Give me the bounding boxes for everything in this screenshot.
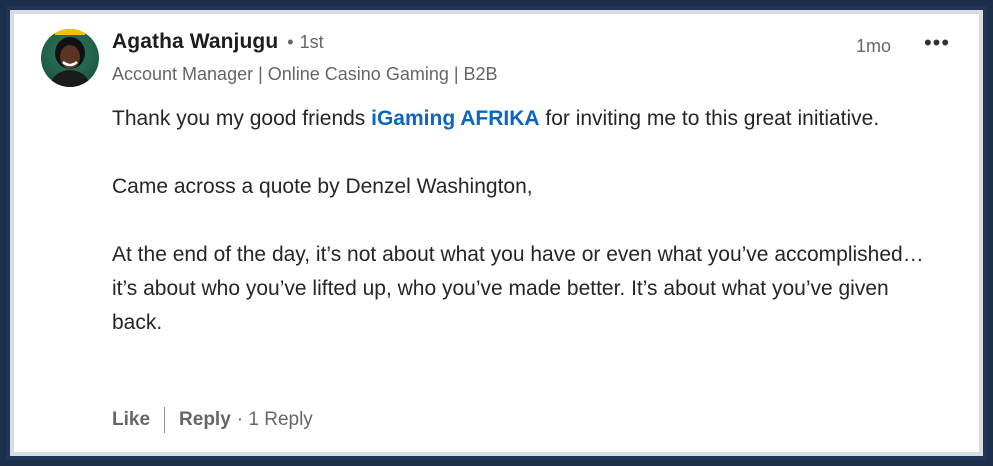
comment-card: Agatha Wanjugu • 1st Account Manager | O…	[14, 14, 979, 452]
connection-degree: 1st	[299, 32, 324, 52]
author-headline: Account Manager | Online Casino Gaming |…	[112, 64, 498, 84]
comment-body: Thank you my good friends iGaming AFRIKA…	[112, 102, 932, 340]
author-name[interactable]: Agatha Wanjugu	[112, 30, 278, 54]
action-divider	[164, 407, 166, 433]
comment-paragraph-2: Came across a quote by Denzel Washington…	[112, 175, 533, 198]
avatar[interactable]	[41, 29, 99, 87]
comment-text: for inviting me to this great initiative…	[539, 107, 880, 130]
reply-count-link[interactable]: · 1 Reply	[237, 409, 313, 431]
reply-button[interactable]: Reply	[179, 409, 231, 431]
comment-text: Thank you my good friends	[112, 107, 372, 130]
degree-separator: •	[287, 32, 294, 52]
like-button[interactable]: Like	[112, 409, 150, 431]
avatar-image	[49, 29, 91, 87]
more-horizontal-icon: •••	[923, 30, 951, 55]
screenshot-frame: Agatha Wanjugu • 1st Account Manager | O…	[6, 6, 987, 460]
comment-timestamp: 1mo	[856, 36, 892, 56]
comment-actions: Like Reply · 1 Reply	[112, 407, 313, 433]
comment-paragraph-1: Thank you my good friends iGaming AFRIKA…	[112, 102, 932, 136]
mention-link[interactable]: iGaming AFRIKA	[371, 107, 539, 130]
more-options-button[interactable]: •••	[920, 28, 954, 58]
comment-paragraph-3: At the end of the day, it’s not about wh…	[112, 243, 924, 334]
author-row: Agatha Wanjugu • 1st	[112, 30, 324, 54]
